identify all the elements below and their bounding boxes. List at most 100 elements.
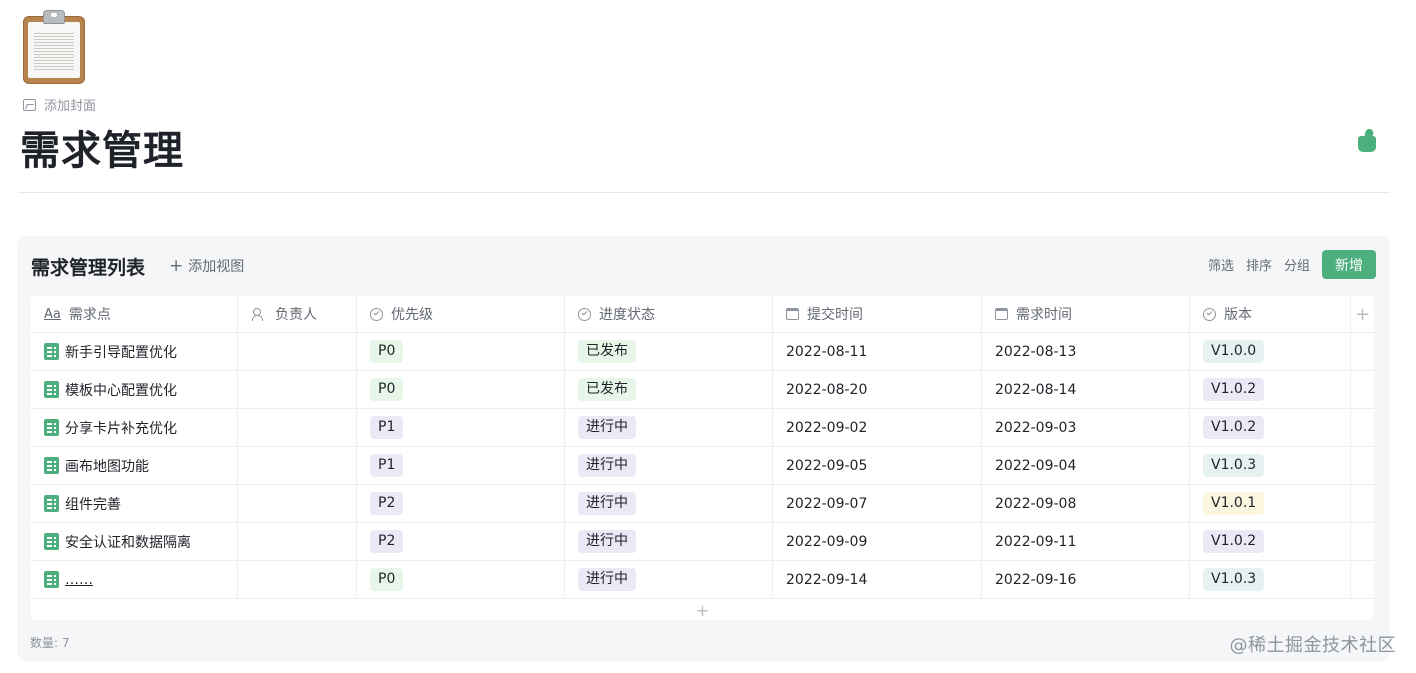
- status-cell[interactable]: 进行中: [565, 447, 773, 484]
- table-row[interactable]: 安全认证和数据隔离 P2 进行中 2022-09-09 2022-09-11 V…: [31, 523, 1374, 561]
- database-toolbar: 筛选 排序 分组 新增: [1196, 250, 1376, 279]
- column-header-submitted[interactable]: 提交时间: [773, 296, 982, 332]
- column-header-label: 需求时间: [1016, 307, 1072, 323]
- required-cell[interactable]: 2022-09-04: [982, 447, 1190, 484]
- table-row[interactable]: …… P0 进行中 2022-09-14 2022-09-16 V1.0.3: [31, 561, 1374, 599]
- name-cell[interactable]: 组件完善: [31, 485, 238, 522]
- feedback-icon[interactable]: [1358, 127, 1378, 153]
- add-view-button[interactable]: + 添加视图: [169, 256, 244, 276]
- add-cover-label: 添加封面: [44, 99, 97, 114]
- table-row[interactable]: 分享卡片补充优化 P1 进行中 2022-09-02 2022-09-03 V1…: [31, 409, 1374, 447]
- version-cell[interactable]: V1.0.0: [1190, 333, 1351, 370]
- database-block: 需求管理列表 + 添加视图 筛选 排序 分组 新增 Aa 需求点 负责人 优先级: [17, 236, 1390, 662]
- owner-cell[interactable]: [238, 447, 357, 484]
- table-row[interactable]: 画布地图功能 P1 进行中 2022-09-05 2022-09-04 V1.0…: [31, 447, 1374, 485]
- calendar-icon: [786, 308, 799, 320]
- owner-cell[interactable]: [238, 485, 357, 522]
- submitted-cell[interactable]: 2022-09-05: [773, 447, 982, 484]
- required-cell[interactable]: 2022-09-16: [982, 561, 1190, 598]
- version-cell[interactable]: V1.0.3: [1190, 447, 1351, 484]
- page-title[interactable]: 需求管理: [20, 118, 184, 176]
- column-header-name[interactable]: Aa 需求点: [31, 296, 238, 332]
- required-cell[interactable]: 2022-09-08: [982, 485, 1190, 522]
- column-header-status[interactable]: 进度状态: [565, 296, 773, 332]
- submitted-cell[interactable]: 2022-09-07: [773, 485, 982, 522]
- database-title[interactable]: 需求管理列表: [31, 253, 145, 280]
- required-cell[interactable]: 2022-09-11: [982, 523, 1190, 560]
- clipboard-icon[interactable]: [22, 10, 86, 84]
- priority-cell[interactable]: P1: [357, 409, 565, 446]
- status-cell[interactable]: 进行中: [565, 485, 773, 522]
- status-cell[interactable]: 进行中: [565, 561, 773, 598]
- version-cell[interactable]: V1.0.3: [1190, 561, 1351, 598]
- name-cell[interactable]: ……: [31, 561, 238, 598]
- priority-tag: P0: [370, 378, 404, 401]
- version-cell[interactable]: V1.0.1: [1190, 485, 1351, 522]
- priority-cell[interactable]: P2: [357, 485, 565, 522]
- add-view-label: 添加视图: [188, 259, 245, 275]
- owner-cell[interactable]: [238, 371, 357, 408]
- status-cell[interactable]: 已发布: [565, 371, 773, 408]
- column-header-owner[interactable]: 负责人: [238, 296, 357, 332]
- status-cell[interactable]: 进行中: [565, 409, 773, 446]
- people-icon: [252, 308, 267, 321]
- column-header-label: 进度状态: [599, 307, 655, 323]
- column-header-required[interactable]: 需求时间: [982, 296, 1190, 332]
- owner-cell[interactable]: [238, 409, 357, 446]
- table-row[interactable]: 模板中心配置优化 P0 已发布 2022-08-20 2022-08-14 V1…: [31, 371, 1374, 409]
- name-cell[interactable]: 画布地图功能: [31, 447, 238, 484]
- name-cell[interactable]: 安全认证和数据隔离: [31, 523, 238, 560]
- submitted-cell[interactable]: 2022-09-14: [773, 561, 982, 598]
- row-name: 分享卡片补充优化: [65, 420, 177, 437]
- table-row[interactable]: 组件完善 P2 进行中 2022-09-07 2022-09-08 V1.0.1: [31, 485, 1374, 523]
- group-button[interactable]: 分组: [1284, 255, 1310, 274]
- row-spacer: [1351, 561, 1374, 598]
- name-cell[interactable]: 分享卡片补充优化: [31, 409, 238, 446]
- priority-cell[interactable]: P0: [357, 561, 565, 598]
- required-cell[interactable]: 2022-09-03: [982, 409, 1190, 446]
- add-column-button[interactable]: +: [1351, 296, 1374, 332]
- add-cover-button[interactable]: 添加封面: [23, 95, 96, 114]
- version-tag: V1.0.2: [1203, 378, 1265, 401]
- priority-tag: P1: [370, 454, 404, 477]
- status-tag: 已发布: [578, 340, 636, 363]
- required-cell[interactable]: 2022-08-13: [982, 333, 1190, 370]
- required-cell[interactable]: 2022-08-14: [982, 371, 1190, 408]
- priority-cell[interactable]: P1: [357, 447, 565, 484]
- row-spacer: [1351, 371, 1374, 408]
- submitted-cell[interactable]: 2022-09-09: [773, 523, 982, 560]
- submitted-cell[interactable]: 2022-08-11: [773, 333, 982, 370]
- column-header-label: 负责人: [275, 307, 317, 323]
- owner-cell[interactable]: [238, 333, 357, 370]
- priority-cell[interactable]: P0: [357, 371, 565, 408]
- column-header-label: 版本: [1224, 307, 1252, 323]
- name-cell[interactable]: 模板中心配置优化: [31, 371, 238, 408]
- priority-cell[interactable]: P2: [357, 523, 565, 560]
- filter-button[interactable]: 筛选: [1208, 255, 1234, 274]
- owner-cell[interactable]: [238, 561, 357, 598]
- version-cell[interactable]: V1.0.2: [1190, 409, 1351, 446]
- watermark: @稀土掘金技术社区: [1229, 635, 1396, 656]
- priority-tag: P0: [370, 568, 404, 591]
- status-cell[interactable]: 已发布: [565, 333, 773, 370]
- table-row[interactable]: 新手引导配置优化 P0 已发布 2022-08-11 2022-08-13 V1…: [31, 333, 1374, 371]
- version-tag: V1.0.0: [1203, 340, 1265, 363]
- column-header-priority[interactable]: 优先级: [357, 296, 565, 332]
- status-tag: 已发布: [578, 378, 636, 401]
- document-icon: [44, 343, 59, 360]
- version-cell[interactable]: V1.0.2: [1190, 371, 1351, 408]
- status-cell[interactable]: 进行中: [565, 523, 773, 560]
- name-cell[interactable]: 新手引导配置优化: [31, 333, 238, 370]
- submitted-cell[interactable]: 2022-08-20: [773, 371, 982, 408]
- submitted-cell[interactable]: 2022-09-02: [773, 409, 982, 446]
- record-count: 数量: 7: [30, 636, 70, 650]
- version-cell[interactable]: V1.0.2: [1190, 523, 1351, 560]
- column-header-version[interactable]: 版本: [1190, 296, 1351, 332]
- sort-button[interactable]: 排序: [1246, 255, 1272, 274]
- data-table: Aa 需求点 负责人 优先级 进度状态 提交时间 需求时间 版本 + 新手引导配…: [31, 296, 1374, 620]
- add-row-button[interactable]: +: [31, 601, 1374, 620]
- row-name: 安全认证和数据隔离: [65, 534, 191, 551]
- owner-cell[interactable]: [238, 523, 357, 560]
- new-record-button[interactable]: 新增: [1322, 250, 1376, 279]
- priority-cell[interactable]: P0: [357, 333, 565, 370]
